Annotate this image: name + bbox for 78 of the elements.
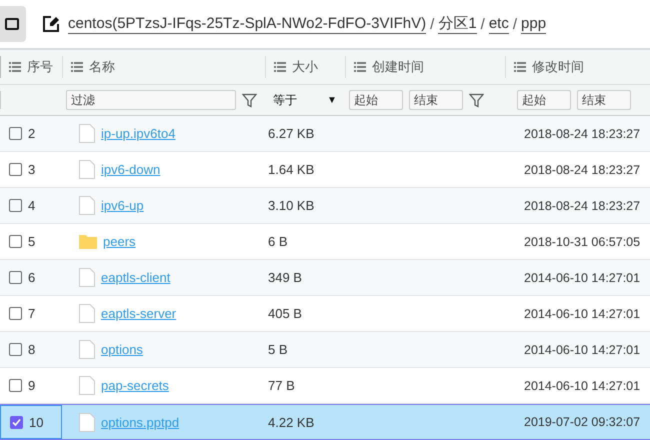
row-number: 6 xyxy=(28,270,36,285)
file-icon xyxy=(79,160,95,179)
row-checkbox[interactable] xyxy=(9,235,22,248)
row-checkbox[interactable] xyxy=(9,307,22,320)
end-date-field[interactable]: 结束 xyxy=(577,90,631,110)
row-checkbox[interactable] xyxy=(9,199,22,212)
row-number: 2 xyxy=(28,126,36,141)
file-row[interactable]: 4 ipv6-up 3.10 KB 2018-08-24 18:23:27 xyxy=(0,188,650,224)
row-checkbox[interactable] xyxy=(9,379,22,392)
modified-time: 2018-10-31 06:57:05 xyxy=(523,234,642,248)
list-icon xyxy=(274,62,286,72)
modified-time: 2014-06-10 14:27:01 xyxy=(523,270,642,284)
file-icon xyxy=(79,304,95,323)
column-header[interactable]: 大小 xyxy=(265,56,345,78)
file-icon xyxy=(79,196,95,215)
row-checkbox[interactable] xyxy=(9,343,22,356)
end-date-field[interactable]: 结束 xyxy=(409,90,463,110)
row-number: 8 xyxy=(28,342,36,357)
panel-toggle-button[interactable] xyxy=(0,6,26,42)
file-size: 1.64 KB xyxy=(267,162,316,177)
modified-time: 2014-06-10 14:27:01 xyxy=(523,378,642,392)
row-number: 5 xyxy=(28,234,36,249)
modified-time: 2018-08-24 18:23:27 xyxy=(523,126,642,140)
file-icon xyxy=(79,376,95,395)
filter-icon[interactable] xyxy=(242,92,257,108)
list-icon xyxy=(354,62,366,72)
filter-icon[interactable] xyxy=(469,92,484,108)
breadcrumb-separator: / xyxy=(430,16,434,32)
row-number: 4 xyxy=(28,198,36,213)
file-row[interactable]: 6 eaptls-client 349 B 2014-06-10 14:27:01 xyxy=(0,260,650,296)
list-icon xyxy=(9,62,21,72)
file-size: 6.27 KB xyxy=(267,126,316,141)
file-row[interactable]: 10 options.pptpd 4.22 KB 2019-07-02 09:32:07 xyxy=(0,404,650,440)
row-number: 9 xyxy=(28,378,36,393)
file-size: 77 B xyxy=(267,378,296,393)
list-icon xyxy=(514,62,526,72)
modified-time: 2014-06-10 14:27:01 xyxy=(523,306,642,320)
file-row[interactable]: 2 ip-up.ipv6to4 6.27 KB 2018-08-24 18:23:27 xyxy=(0,116,650,152)
file-row[interactable]: 8 options 5 B 2014-06-10 14:27:01 xyxy=(0,332,650,368)
row-number: 3 xyxy=(28,162,36,177)
file-icon xyxy=(79,124,95,143)
file-size: 4.22 KB xyxy=(267,414,316,430)
edit-icon[interactable] xyxy=(42,15,60,33)
row-number: 10 xyxy=(29,414,44,430)
start-date-field[interactable]: 起始 xyxy=(349,90,403,110)
column-header[interactable]: 序号 xyxy=(0,56,62,78)
row-checkbox[interactable] xyxy=(9,127,22,140)
list-icon xyxy=(71,62,83,72)
folder-icon xyxy=(79,234,97,249)
file-size: 5 B xyxy=(267,342,289,357)
breadcrumb-separator: / xyxy=(512,16,518,32)
start-date-field[interactable]: 起始 xyxy=(517,90,571,110)
breadcrumb-separator: / xyxy=(480,16,485,32)
modified-time: 2018-08-24 18:23:27 xyxy=(523,198,642,212)
row-checkbox[interactable] xyxy=(10,416,23,428)
file-icon xyxy=(79,268,95,287)
window-icon xyxy=(5,17,19,31)
file-size: 6 B xyxy=(267,234,289,249)
breadcrumb-link[interactable]: etc xyxy=(488,14,509,34)
file-size: 349 B xyxy=(267,270,303,285)
modified-time: 2018-08-24 18:23:27 xyxy=(523,162,642,176)
column-header[interactable]: 创建时间 xyxy=(345,56,505,78)
column-header[interactable]: 修改时间 xyxy=(505,56,650,78)
modified-time: 2019-07-02 09:32:07 xyxy=(523,415,642,429)
row-checkbox[interactable] xyxy=(9,271,22,284)
file-icon xyxy=(79,412,95,432)
breadcrumb-link[interactable]: 分区1 xyxy=(438,14,477,34)
column-header[interactable]: 名称 xyxy=(62,56,265,78)
row-number: 7 xyxy=(28,306,36,321)
name-filter-field[interactable]: 过滤 xyxy=(66,90,236,110)
breadcrumb-link[interactable]: ppp xyxy=(521,14,546,34)
breadcrumb-link[interactable]: centos(5PTzsJ-IFqs-25Tz-SplA-NWo2-FdFO-3VIFhV) xyxy=(68,14,426,34)
file-icon xyxy=(79,340,95,359)
size-operator-dropdown[interactable]: 等于 ▼ xyxy=(269,92,341,108)
row-checkbox[interactable] xyxy=(9,163,22,176)
file-size: 405 B xyxy=(267,306,303,321)
file-size: 3.10 KB xyxy=(267,198,316,213)
modified-time: 2014-06-10 14:27:01 xyxy=(523,342,642,356)
